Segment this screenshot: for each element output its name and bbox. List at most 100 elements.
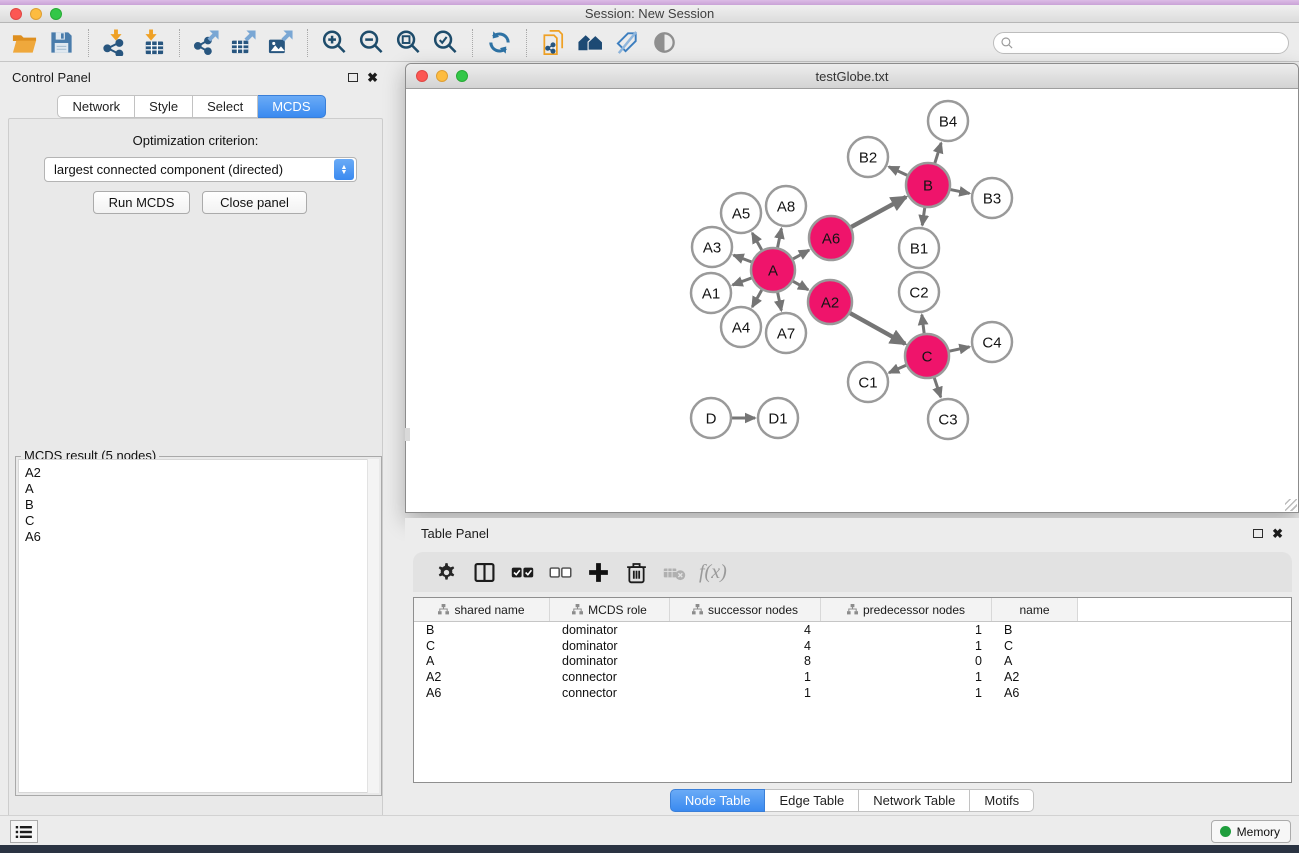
zoom-in-icon[interactable] [316, 26, 353, 60]
select-all-columns-icon[interactable] [503, 556, 541, 588]
select-stepper-icon[interactable]: ▲▼ [334, 159, 354, 180]
mcds-result-item[interactable]: A6 [25, 529, 378, 545]
tab-style[interactable]: Style [135, 95, 193, 118]
graph-edge-A-A1[interactable] [733, 277, 754, 285]
window-resize-grip[interactable] [1285, 499, 1297, 511]
deselect-all-columns-icon[interactable] [541, 556, 579, 588]
graph-node-B1[interactable]: B1 [899, 228, 939, 268]
graph-node-C[interactable]: C [905, 334, 949, 378]
graph-edge-A-A6[interactable] [791, 250, 809, 260]
table-tab-network-table[interactable]: Network Table [859, 789, 970, 812]
table-row[interactable]: Adominator80A [414, 654, 1291, 670]
graph-edge-A6-B[interactable] [849, 197, 906, 228]
graph-node-D1[interactable]: D1 [758, 398, 798, 438]
export-image-icon[interactable] [262, 26, 299, 60]
graph-node-C4[interactable]: C4 [972, 322, 1012, 362]
search-input[interactable] [1015, 34, 1288, 52]
graph-edge-A-A4[interactable] [752, 288, 762, 307]
table-tab-node-table[interactable]: Node Table [670, 789, 766, 812]
graph-edge-A2-C[interactable] [848, 312, 905, 344]
column-header-successor-nodes[interactable]: successor nodes [670, 598, 821, 621]
graph-node-A5[interactable]: A5 [721, 193, 761, 233]
mcds-result-list[interactable]: A2ABCA6 [18, 459, 379, 793]
add-row-icon[interactable] [579, 556, 617, 588]
export-table-icon[interactable] [225, 26, 262, 60]
table-row[interactable]: Cdominator41C [414, 638, 1291, 654]
import-network-icon[interactable] [97, 26, 134, 60]
graph-node-A8[interactable]: A8 [766, 186, 806, 226]
graph-edge-C-C2[interactable] [922, 315, 925, 335]
float-table-panel-icon[interactable] [1253, 529, 1263, 538]
graph-node-B2[interactable]: B2 [848, 137, 888, 177]
graph-node-B3[interactable]: B3 [972, 178, 1012, 218]
task-history-button[interactable] [10, 820, 38, 843]
graph-edge-B-B3[interactable] [949, 189, 970, 193]
mcds-result-item[interactable]: B [25, 497, 378, 513]
graph-edge-C-C1[interactable] [889, 364, 908, 372]
column-header-predecessor-nodes[interactable]: predecessor nodes [821, 598, 992, 621]
export-network-icon[interactable] [188, 26, 225, 60]
graph-node-A1[interactable]: A1 [691, 273, 731, 313]
graph-edge-A-A5[interactable] [752, 233, 762, 252]
graph-node-B[interactable]: B [906, 163, 950, 207]
table-tab-edge-table[interactable]: Edge Table [765, 789, 859, 812]
refresh-layout-icon[interactable] [481, 26, 518, 60]
column-header-name[interactable]: name [992, 598, 1078, 621]
open-session-icon[interactable] [6, 26, 43, 60]
network-window-titlebar[interactable]: testGlobe.txt [406, 64, 1298, 89]
mcds-result-item[interactable]: C [25, 513, 378, 529]
float-panel-icon[interactable] [348, 73, 358, 82]
mcds-result-item[interactable]: A2 [25, 465, 378, 481]
graph-edge-B-B4[interactable] [934, 143, 941, 165]
graph-node-C3[interactable]: C3 [928, 399, 968, 439]
graph-node-B4[interactable]: B4 [928, 101, 968, 141]
close-panel-icon[interactable]: ✖ [367, 71, 378, 84]
graph-node-D[interactable]: D [691, 398, 731, 438]
graph-node-A6[interactable]: A6 [809, 216, 853, 260]
graph-edge-A-A7[interactable] [777, 291, 781, 311]
table-row[interactable]: Bdominator41B [414, 622, 1291, 638]
result-scrollbar[interactable] [367, 459, 379, 793]
zoom-fit-icon[interactable] [390, 26, 427, 60]
mcds-result-item[interactable]: A [25, 481, 378, 497]
graph-node-A3[interactable]: A3 [692, 227, 732, 267]
first-neighbors-icon[interactable] [572, 26, 609, 60]
column-header-MCDS-role[interactable]: MCDS role [550, 598, 670, 621]
table-row[interactable]: A6connector11A6 [414, 685, 1291, 701]
hide-selected-icon[interactable] [609, 26, 646, 60]
graph-edge-B-B1[interactable] [922, 206, 925, 225]
function-builder-button[interactable]: f(x) [699, 561, 727, 584]
close-panel-button[interactable]: Close panel [202, 191, 307, 214]
tab-mcds[interactable]: MCDS [258, 95, 325, 118]
table-row[interactable]: A2connector11A2 [414, 669, 1291, 685]
graph-node-A4[interactable]: A4 [721, 307, 761, 347]
column-header-shared-name[interactable]: shared name [414, 598, 550, 621]
zoom-out-icon[interactable] [353, 26, 390, 60]
graph-edge-C-C4[interactable] [948, 347, 970, 352]
graph-edge-A-A2[interactable] [791, 280, 808, 289]
graph-edge-A-A8[interactable] [777, 229, 781, 250]
criterion-select[interactable]: largest connected component (directed) ▲… [44, 157, 357, 182]
graph-node-A2[interactable]: A2 [808, 280, 852, 324]
graph-edge-C-C3[interactable] [934, 376, 941, 397]
graph-node-C1[interactable]: C1 [848, 362, 888, 402]
run-mcds-button[interactable]: Run MCDS [93, 191, 190, 214]
split-columns-icon[interactable] [465, 556, 503, 588]
table-tab-motifs[interactable]: Motifs [970, 789, 1034, 812]
graph-node-C2[interactable]: C2 [899, 272, 939, 312]
save-session-icon[interactable] [43, 26, 80, 60]
import-table-icon[interactable] [134, 26, 171, 60]
tab-network[interactable]: Network [57, 95, 135, 118]
network-canvas[interactable]: B4 B2 B B3 A5A8A6 A3 B1 A A1 C2 A2 A4A7 C4 C C1 C3 D D1 [407, 89, 1298, 513]
tab-select[interactable]: Select [193, 95, 258, 118]
search-box[interactable] [993, 32, 1289, 54]
graph-edge-B-B2[interactable] [889, 167, 909, 176]
graph-node-A7[interactable]: A7 [766, 313, 806, 353]
graph-node-A[interactable]: A [751, 248, 795, 292]
close-table-panel-icon[interactable]: ✖ [1272, 527, 1283, 540]
memory-button[interactable]: Memory [1211, 820, 1291, 843]
zoom-selected-icon[interactable] [427, 26, 464, 60]
graph-edge-A-A3[interactable] [734, 255, 754, 262]
delete-row-icon[interactable] [617, 556, 655, 588]
network-from-selection-icon[interactable] [535, 26, 572, 60]
